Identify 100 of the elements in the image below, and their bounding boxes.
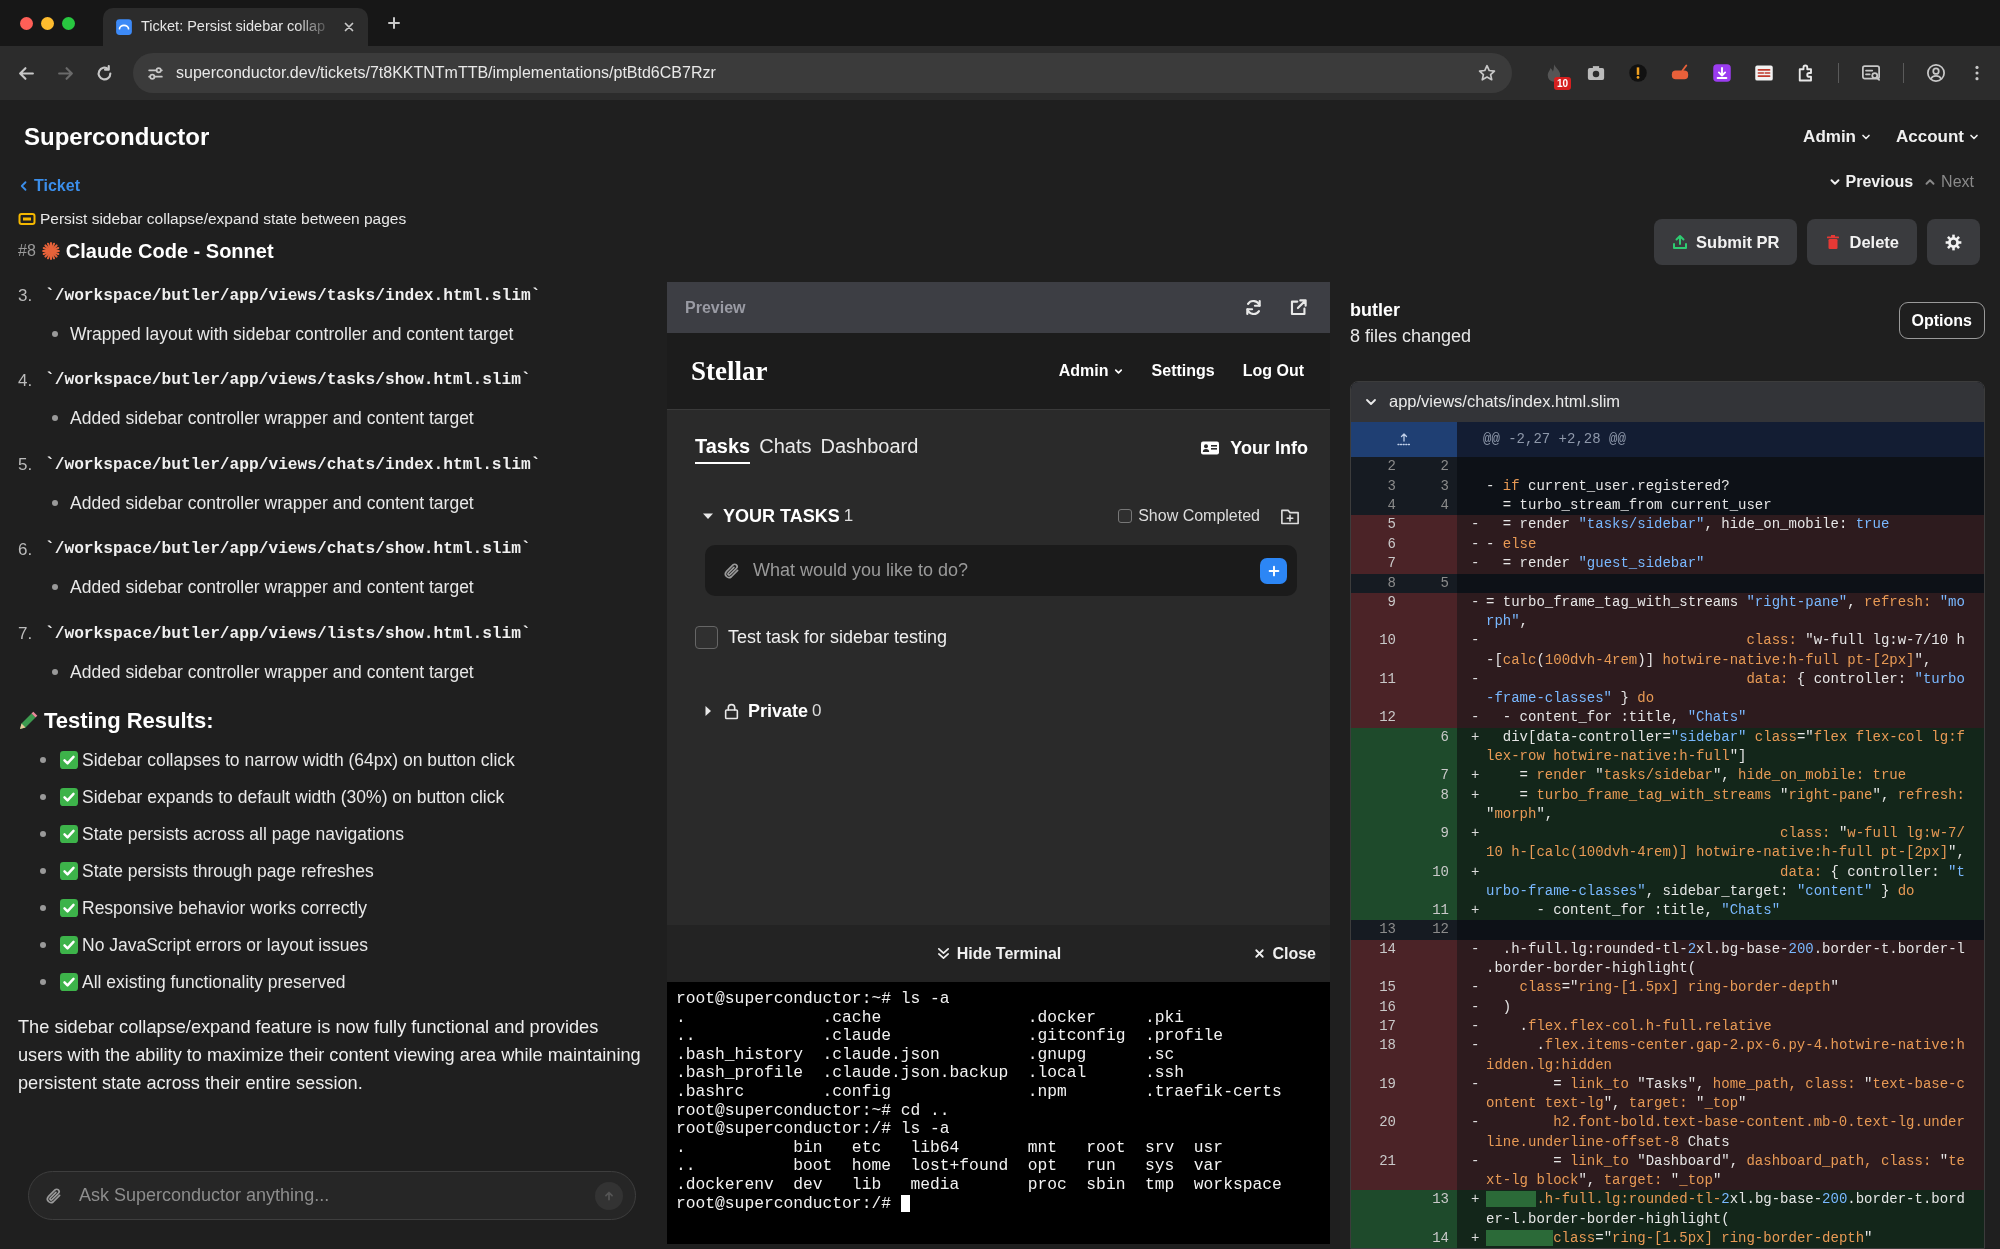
task-text: Test task for sidebar testing [728, 625, 948, 649]
chat-input[interactable]: Ask Superconductor anything... [28, 1171, 636, 1220]
line-number: 6 [1439, 727, 1450, 747]
terminal-line: .dockerenv dev lib media proc sbin tmp workspace [676, 1175, 1282, 1195]
menu-dropdown[interactable]: Admin [1803, 124, 1872, 150]
checkbox[interactable] [695, 625, 718, 649]
menu-dropdown[interactable]: Admin [1058, 359, 1124, 383]
nav-link[interactable]: Settings [1151, 359, 1215, 383]
line-number: 14 [1431, 1228, 1450, 1248]
code-line: = turbo_stream_from current_user [1501, 496, 1773, 516]
code-line: class="ring-[1.5px] ring-border-depth" [1486, 1228, 1968, 1248]
line-number: 21 [1378, 1151, 1397, 1171]
code-line: ) [1501, 997, 1513, 1017]
double-chevron-down-icon [935, 946, 951, 961]
extension-icon[interactable] [1628, 63, 1648, 83]
star-icon[interactable] [1478, 64, 1496, 82]
profile-icon[interactable] [1926, 63, 1946, 83]
list-text: Added sidebar controller wrapper and content target [70, 660, 474, 684]
settings-button[interactable] [1927, 219, 1980, 265]
line-number: 11 [1378, 669, 1397, 689]
code-line: = render "guest_sidebar" [1501, 554, 1706, 574]
list-number: 4. [18, 369, 34, 392]
code-line: = link_to "Dashboard", dashboard_path, class: "text-lg block", target: "_top" [1486, 1151, 1966, 1191]
line-number: 4 [1386, 496, 1397, 516]
nav-link[interactable]: Log Out [1242, 359, 1304, 383]
extension-icon[interactable] [1712, 63, 1732, 83]
close-icon[interactable] [342, 20, 356, 34]
address-bar[interactable]: superconductor.dev/tickets/7t8KKTNTmTTB/implementations/ptBtd6CB7Rzr [133, 53, 1512, 93]
browser-tab[interactable]: Ticket: Persist sidebar collap [103, 8, 368, 46]
sliders-icon[interactable] [147, 64, 164, 82]
hide-terminal-button[interactable]: Hide Terminal [935, 941, 1062, 966]
bullet-icon [40, 905, 46, 911]
app-logo[interactable]: Superconductor [24, 122, 210, 152]
submit-pr-button[interactable]: Submit PR [1654, 219, 1798, 265]
previous-button[interactable]: Previous [1827, 170, 1914, 194]
your-info-link[interactable]: Your Info [1200, 437, 1308, 459]
file-header[interactable]: app/views/chats/index.html.slim [1351, 382, 1984, 422]
refresh-icon[interactable] [1244, 298, 1263, 317]
close-button[interactable]: Close [1253, 941, 1316, 966]
bullet-icon [40, 979, 46, 985]
expand-up-icon[interactable] [1396, 431, 1412, 448]
diff-sign: - [1471, 1036, 1481, 1056]
code-line: data: { controller: "turbo-frame-classes" } do [1486, 669, 1966, 709]
code-line: div[data-controller="sidebar" class="flex flex-col lg:flex-row hotwire-native:h-full"] [1486, 727, 1966, 767]
list-text: Added sidebar controller wrapper and content target [70, 491, 474, 515]
diff-sign: - [1471, 939, 1481, 959]
checkbox[interactable] [1118, 509, 1133, 523]
line-number: 6 [1386, 534, 1397, 554]
reload-icon[interactable] [96, 64, 113, 82]
code-line: - content_for :title, "Chats" [1535, 900, 1782, 920]
maximize-window-button[interactable] [62, 16, 75, 30]
pencil-icon [18, 710, 38, 731]
line-number: 8 [1386, 573, 1397, 593]
minimize-window-button[interactable] [41, 16, 54, 30]
terminal-line: root@superconductor:~# ls -a [676, 990, 950, 1009]
file-path: `/workspace/butler/app/views/lists/show.html.slim` [45, 623, 531, 645]
options-button[interactable]: Options [1898, 302, 1985, 339]
line-number: 15 [1378, 978, 1397, 998]
code-line: = link_to "Tasks", home_path, class: "text-base-content text-lg", target: "_top" [1486, 1074, 1966, 1114]
extension-icon[interactable] [1754, 63, 1774, 83]
delete-button[interactable]: Delete [1807, 219, 1917, 265]
back-link[interactable]: Ticket [18, 175, 407, 197]
paperclip-icon [45, 1186, 63, 1205]
task-input[interactable]: What would you like to do? [705, 545, 1297, 596]
text-input[interactable]: What would you like to do? [751, 556, 1250, 585]
result-text: Responsive behavior works correctly [82, 896, 367, 920]
code-line: = turbo_frame_tag_with_streams "right-pane", refresh: "morph", [1486, 593, 1966, 632]
line-number: 7 [1439, 766, 1450, 786]
line-number: 7 [1386, 554, 1397, 574]
diff-sign: - [1471, 631, 1481, 651]
menu-dropdown[interactable]: Account [1896, 124, 1980, 150]
external-link-icon[interactable] [1289, 298, 1308, 317]
line-number: 3 [1439, 476, 1450, 496]
tab[interactable]: Dashboard [820, 432, 919, 464]
tab[interactable]: Tasks [695, 432, 751, 464]
diff-sign: + [1471, 1228, 1481, 1248]
bullet-icon [40, 831, 46, 837]
line-number: 14 [1378, 939, 1397, 959]
summary-paragraph: The sidebar collapse/expand feature is now fully functional and provides users with the ability to maximize their content viewing area while maintaining persistent state across their entire session. [18, 1015, 642, 1095]
line-number: 5 [1439, 573, 1450, 593]
close-window-button[interactable] [20, 16, 33, 30]
result-text: State persists across all page navigations [82, 822, 404, 846]
diff-sign: + [1471, 900, 1481, 920]
diff-sign: + [1471, 727, 1481, 747]
reader-icon[interactable] [1861, 63, 1881, 83]
app-logo[interactable]: Stellar [691, 350, 768, 392]
tab[interactable]: Chats [759, 432, 812, 464]
extension-icon[interactable] [1586, 63, 1606, 83]
bullet-icon [52, 584, 58, 590]
line-number: 9 [1439, 824, 1450, 844]
add-button[interactable] [1260, 557, 1287, 584]
starburst-icon [41, 242, 60, 260]
line-number: 2 [1386, 457, 1397, 477]
arrow-left-icon[interactable] [18, 64, 35, 82]
line-number: 16 [1378, 997, 1397, 1017]
line-number: 19 [1378, 1074, 1397, 1094]
paperclip-icon [723, 561, 741, 580]
code-line: class: "w-full lg:w-7/10 h-[calc(100dvh-4rem)] hotwire-native:h-full pt-[2px]", [1486, 631, 1966, 670]
text-input[interactable]: Ask Superconductor anything... [77, 1181, 581, 1210]
plus-icon[interactable] [386, 15, 402, 31]
